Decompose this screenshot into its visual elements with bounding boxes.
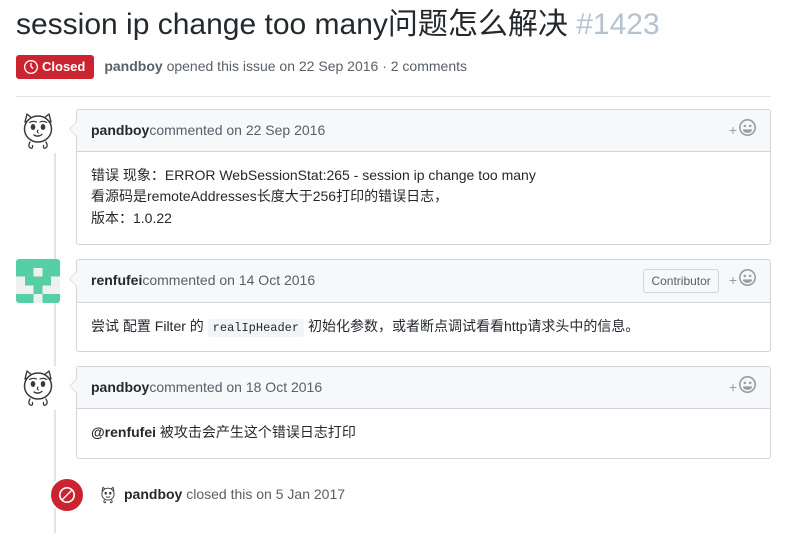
issue-page: session ip change too many问题怎么解决 #1423 C…	[0, 0, 787, 543]
comment-box: pandboy commented on 22 Sep 2016 + 错误 现象…	[69, 108, 771, 245]
comment-line: @renfufei 被攻击会产生这个错误日志打印	[91, 422, 756, 444]
issue-number: #1423	[576, 8, 660, 41]
comment-line: 版本：1.0.22	[91, 209, 172, 226]
issue-meta-row: Closed pandboy opened this issue on 22 S…	[16, 54, 771, 79]
comment-body: 尝试 配置 Filter 的 realIpHeader 初始化参数，或者断点调试…	[77, 303, 770, 352]
issue-meta-text: pandboy opened this issue on 22 Sep 2016…	[104, 56, 467, 77]
comment-author-link[interactable]: pandboy	[91, 377, 149, 398]
avatar[interactable]	[16, 366, 60, 411]
page-title: session ip change too many问题怎么解决 #1423	[16, 6, 771, 44]
comment-text-after: 初始化参数，或者断点调试看看http请求头中的信息。	[304, 317, 640, 334]
avatar[interactable]	[98, 484, 118, 505]
status-badge: Closed	[16, 54, 95, 79]
comment-timestamp: commented on 18 Oct 2016	[149, 379, 323, 396]
comment-text-before: 尝试 配置 Filter 的	[91, 317, 208, 334]
comment-timestamp: commented on 22 Sep 2016	[149, 121, 326, 138]
comment-author-link[interactable]: renfufei	[91, 270, 142, 291]
plus-label: +	[728, 272, 737, 289]
contributor-badge: Contributor	[643, 268, 719, 293]
timeline-comment: pandboy commented on 22 Sep 2016 + 错误 现象…	[16, 108, 771, 245]
add-reaction-button[interactable]: +	[729, 376, 756, 399]
smiley-icon	[739, 376, 756, 399]
comment-body: @renfufei 被攻击会产生这个错误日志打印	[77, 409, 770, 458]
closed-event-author-link[interactable]: pandboy	[124, 486, 182, 502]
comment-box: renfufei commented on 14 Oct 2016 Contri…	[69, 258, 771, 353]
avatar[interactable]	[16, 108, 60, 153]
comment-timestamp: commented on 14 Oct 2016	[142, 272, 316, 289]
comment-header: pandboy commented on 22 Sep 2016 +	[77, 109, 770, 152]
comment-author-link[interactable]: pandboy	[91, 120, 149, 141]
issue-meta-suffix: opened this issue on 22 Sep 2016 · 2 com…	[162, 58, 467, 74]
issue-header: session ip change too many问题怎么解决 #1423 C…	[0, 0, 787, 79]
issue-title-text: session ip change too many问题怎么解决	[16, 8, 568, 41]
plus-label: +	[728, 121, 737, 138]
renfufei-identicon-avatar	[16, 258, 60, 303]
avatar[interactable]	[16, 258, 60, 303]
closed-event-suffix: closed this on 5 Jan 2017	[182, 486, 346, 503]
circle-slash-icon	[49, 476, 85, 513]
comment-line: 错误 现象：ERROR WebSessionStat:265 - session…	[91, 166, 536, 183]
comment-header: pandboy commented on 18 Oct 2016 +	[77, 367, 770, 410]
smiley-icon	[739, 118, 756, 142]
pandboy-face-avatar	[98, 484, 118, 505]
comment-box: pandboy commented on 18 Oct 2016 + @renf…	[69, 366, 771, 459]
add-reaction-button[interactable]: +	[728, 118, 756, 142]
comment-line: 看源码是remoteAddresses长度大于256打印的错误日志，	[91, 188, 449, 205]
smiley-icon	[739, 269, 756, 292]
inline-code: realIpHeader	[207, 318, 305, 337]
pandboy-face-avatar	[16, 108, 60, 153]
closed-event-text: pandboy closed this on 5 Jan 2017	[124, 484, 345, 505]
timeline-comment: renfufei commented on 14 Oct 2016 Contri…	[16, 258, 771, 353]
comment-header: renfufei commented on 14 Oct 2016 Contri…	[77, 259, 770, 303]
pandboy-face-avatar	[16, 366, 60, 411]
status-badge-label: Closed	[42, 59, 86, 74]
comment-body: 错误 现象：ERROR WebSessionStat:265 - session…	[77, 152, 770, 244]
issue-author-link[interactable]: pandboy	[104, 58, 162, 74]
comment-text-after: 被攻击会产生这个错误日志打印	[156, 424, 356, 441]
plus-label: +	[728, 379, 737, 396]
issue-closed-icon	[24, 59, 38, 74]
timeline: pandboy commented on 22 Sep 2016 + 错误 现象…	[0, 97, 787, 534]
add-reaction-button[interactable]: +	[729, 269, 756, 292]
comment-line: 尝试 配置 Filter 的 realIpHeader 初始化参数，或者断点调试…	[91, 316, 756, 338]
user-mention-link[interactable]: @renfufei	[91, 424, 156, 440]
timeline-comment: pandboy commented on 18 Oct 2016 + @renf…	[16, 366, 771, 459]
timeline-closed-event: pandboy closed this on 5 Jan 2017	[49, 476, 771, 513]
